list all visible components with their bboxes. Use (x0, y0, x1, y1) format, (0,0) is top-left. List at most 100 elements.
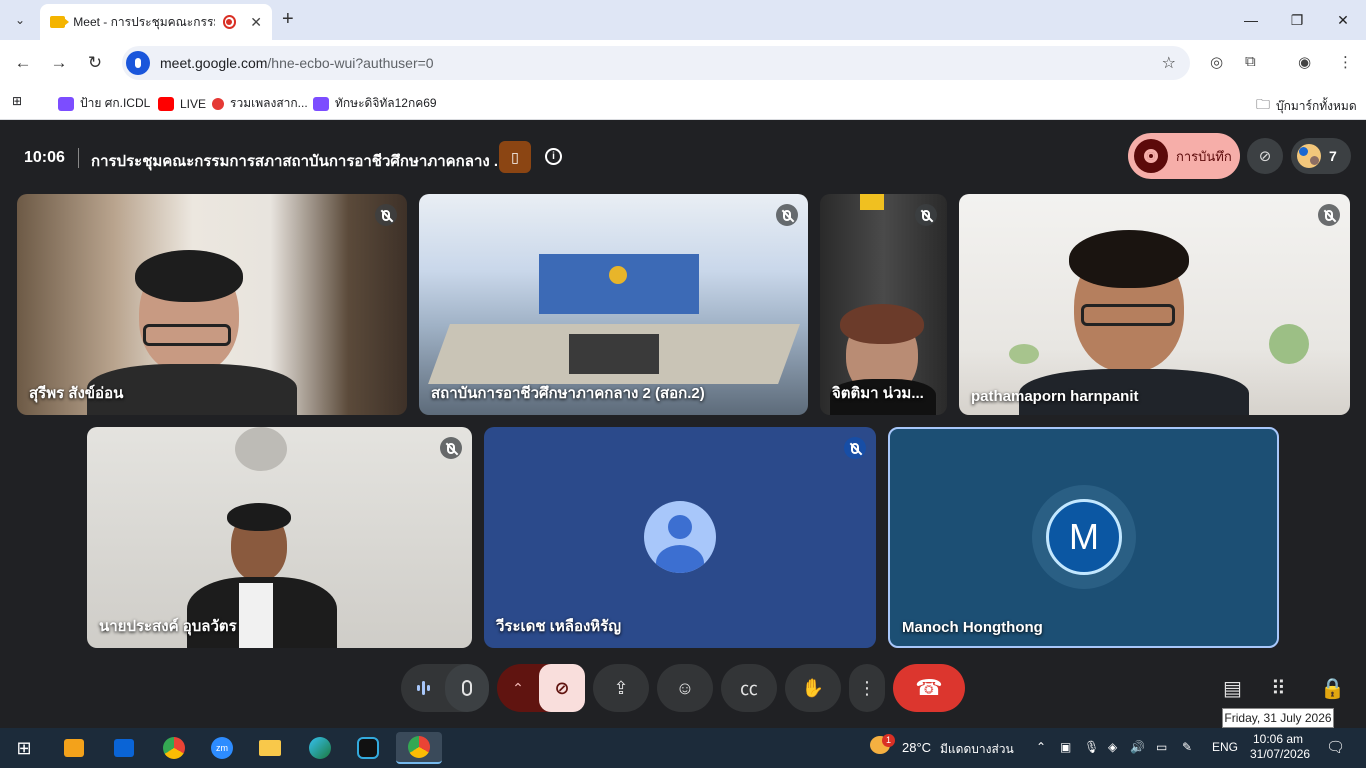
meet-main: 10:06 การประชุมคณะกรรมการสภาสถาบันการอาช… (0, 121, 1366, 728)
recording-status-pill[interactable]: การบันทึก (1128, 133, 1240, 179)
more-options-button[interactable]: ⋮ (849, 664, 885, 712)
weather-desc: มีแดดบางส่วน (940, 742, 1014, 756)
plant (1269, 324, 1309, 364)
window-controls: — ❐ ✕ (1228, 0, 1366, 40)
notifications-icon[interactable]: 🗨 (1326, 738, 1345, 756)
bookmarks-bar: ⊞ ป้าย ศก.ICDL LIVE รวมเพลงสาก... ทักษะดิ… (0, 86, 1366, 120)
volume-icon[interactable]: 🔊 (1130, 740, 1145, 754)
mic-control-group (401, 664, 489, 712)
webex-icon[interactable] (348, 732, 388, 764)
back-button[interactable]: ← (12, 53, 34, 73)
audio-level-icon[interactable] (401, 681, 445, 695)
bookmark-item[interactable]: LIVE รวมเพลงสาก... (158, 94, 308, 113)
bookmark-star-icon[interactable]: ☆ (1162, 53, 1176, 73)
tray-chevron-icon[interactable]: ⌃ (1036, 740, 1046, 754)
video-tile[interactable]: นายประสงค์ อุบลวัตร (87, 427, 472, 648)
video-tile[interactable]: สถาบันการอาชีวศึกษาภาคกลาง 2 (สอก.2) (419, 194, 808, 415)
microphone-button[interactable] (445, 664, 489, 712)
windows-start-icon[interactable]: ⊞ (4, 732, 44, 764)
chrome-menu-icon[interactable]: ⋮ (1338, 53, 1353, 71)
avatar-initial: M (1046, 499, 1122, 575)
browser-tab-meet[interactable]: Meet - การประชุมคณะกรรมการ ✕ (40, 4, 272, 40)
profile-icon[interactable]: ◉ (1298, 53, 1311, 71)
bookmark-item[interactable]: ทักษะดิจิทัล12กค69 (313, 94, 437, 113)
pen-icon[interactable]: ✎ (1182, 740, 1192, 754)
extensions-icon[interactable]: ⧉ (1245, 53, 1256, 70)
weather-temp: 28°C (902, 740, 932, 755)
taskbar-clock[interactable]: 10:06 am 31/07/2026 (1250, 732, 1311, 762)
input-language[interactable]: ENG (1212, 740, 1238, 754)
canva-icon (313, 96, 329, 111)
mic-tray-icon[interactable]: 🎙 (1084, 740, 1099, 754)
url-path: /hne-ecbo-wui?authuser=0 (267, 55, 434, 71)
all-bookmarks-folder[interactable]: 🗀 บุ๊กมาร์กทั้งหมด (1256, 94, 1357, 118)
host-controls-icon[interactable]: 🔒 (1320, 676, 1345, 701)
all-bookmarks-label: บุ๊กมาร์กทั้งหมด (1276, 98, 1357, 113)
chrome-icon[interactable] (154, 732, 194, 764)
browser-toolbar: ← → ↻ meet.google.com/hne-ecbo-wui?authu… (0, 40, 1366, 86)
close-window-button[interactable]: ✕ (1320, 0, 1366, 40)
leave-call-button[interactable]: ☎ (893, 664, 965, 712)
bookmark-item[interactable]: ป้าย ศก.ICDL (58, 94, 150, 113)
url-text: meet.google.com/hne-ecbo-wui?authuser=0 (160, 55, 434, 71)
participant-hair (135, 250, 243, 302)
meeting-title: การประชุมคณะกรรมการสภาสถาบันการอาชีวศึกษ… (91, 153, 507, 170)
location-tray-icon[interactable]: ◈ (1108, 740, 1117, 754)
meet-favicon-icon (50, 16, 70, 28)
outlook-icon[interactable] (104, 732, 144, 764)
bookmark-label: ป้าย ศก.ICDL (80, 96, 151, 110)
tab-search-icon[interactable]: ⌄ (8, 8, 32, 32)
participant-avatars (1297, 144, 1321, 168)
captions-button[interactable]: ㏄ (721, 664, 777, 712)
video-tile[interactable]: จิตติมา น่วม... (820, 194, 947, 415)
reload-button[interactable]: ↻ (84, 53, 106, 73)
video-tile[interactable]: สุรีพร สังข์อ่อน (17, 194, 407, 415)
video-tile[interactable]: pathamaporn harnpanit (959, 194, 1350, 415)
clock-time: 10:06 am (1252, 732, 1304, 746)
present-screen-button[interactable]: ⇪ (593, 664, 649, 712)
breakout-door-icon[interactable]: ▯ (499, 141, 531, 173)
participant-hair (840, 304, 924, 344)
live-dot-icon (212, 97, 225, 110)
bookmark-label: ทักษะดิจิทัล12กค69 (335, 96, 437, 110)
camera-tray-icon[interactable]: ▣ (1060, 740, 1071, 754)
video-tile-active-speaker[interactable]: M Manoch Hongthong (888, 427, 1279, 648)
close-tab-icon[interactable]: ✕ (250, 14, 262, 31)
ceiling-lamp (235, 427, 287, 471)
clock-date: 31/07/2026 (1250, 747, 1311, 761)
meeting-info-icon[interactable]: i (545, 148, 562, 165)
windows-taskbar: ⊞ zm 1 28°C มีแดดบางส่วน ⌃ ▣ 🎙 ◈ 🔊 ▭ ✎ E… (0, 728, 1366, 768)
site-mic-icon[interactable] (126, 51, 150, 75)
no-video-icon[interactable]: ⊘ (1247, 138, 1283, 174)
edge-icon[interactable] (300, 732, 340, 764)
lens-icon[interactable]: ◎ (1210, 53, 1223, 71)
canva-icon (58, 96, 74, 111)
emoji-reactions-button[interactable]: ☺ (657, 664, 713, 712)
zoom-icon[interactable]: zm (202, 732, 242, 764)
restore-button[interactable]: ❐ (1274, 0, 1320, 40)
muted-mic-icon (375, 204, 397, 226)
emblem (609, 266, 627, 284)
address-bar[interactable]: meet.google.com/hne-ecbo-wui?authuser=0 … (122, 46, 1190, 80)
network-icon[interactable]: ▭ (1156, 740, 1167, 754)
participants-button[interactable]: 7 (1291, 138, 1351, 174)
file-explorer-icon[interactable] (250, 732, 290, 764)
participant-name: pathamaporn harnpanit (971, 388, 1139, 405)
sign (860, 194, 884, 210)
camera-off-button[interactable]: ⊘ (539, 664, 585, 712)
apps-grid-icon[interactable]: ⊞ (12, 94, 22, 108)
record-icon (1134, 139, 1168, 173)
chrome-active-icon[interactable] (396, 732, 442, 764)
header-divider (78, 148, 79, 168)
new-tab-button[interactable]: + (282, 8, 294, 31)
raise-hand-button[interactable]: ✋ (785, 664, 841, 712)
chat-icon[interactable]: ▤ (1223, 676, 1242, 701)
avatar: M (1032, 485, 1136, 589)
store-icon[interactable] (54, 732, 94, 764)
camera-options-chevron-icon[interactable]: ⌃ (497, 680, 539, 697)
video-tile[interactable]: วีระเดช เหลืองหิรัญ (484, 427, 876, 648)
activities-icon[interactable]: ⠿ (1271, 676, 1286, 701)
forward-button[interactable]: → (48, 53, 70, 73)
minimize-button[interactable]: — (1228, 0, 1274, 40)
muted-mic-icon (915, 204, 937, 226)
